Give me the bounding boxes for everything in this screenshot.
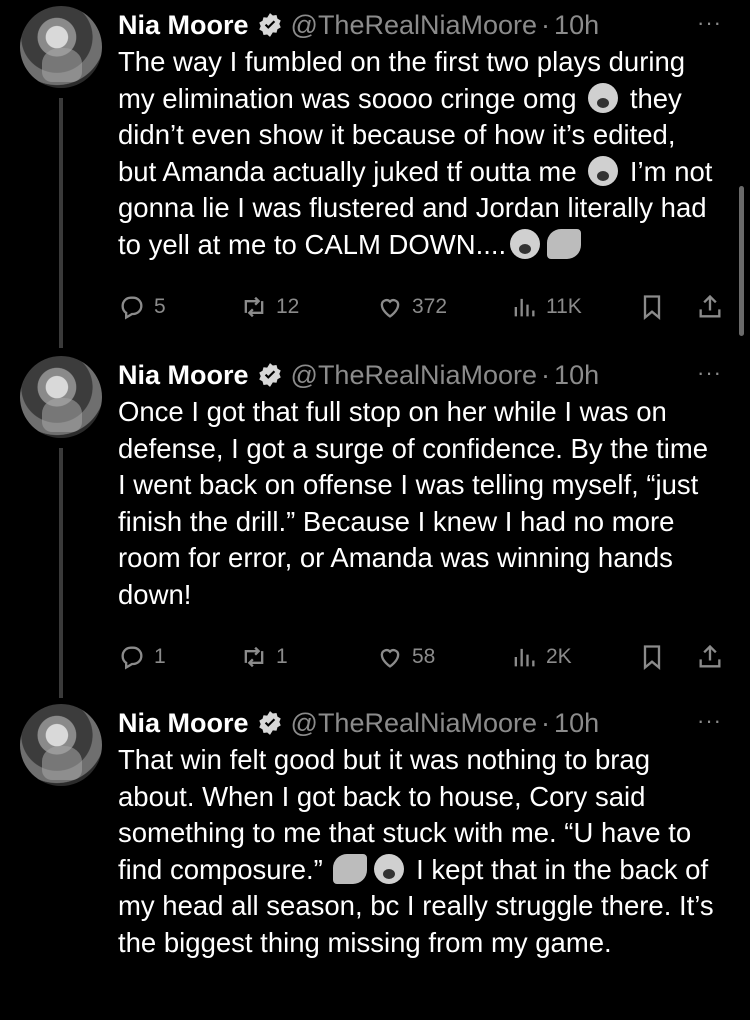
views-icon xyxy=(514,298,535,317)
user-handle[interactable]: @TheRealNiaMoore xyxy=(291,10,538,41)
repost-count: 1 xyxy=(276,645,288,668)
reply-button[interactable]: 5 xyxy=(118,291,166,323)
action-bar: 5 12 372 11K xyxy=(118,291,730,331)
screaming-face-emoji xyxy=(588,82,619,113)
bookmark-button[interactable] xyxy=(638,641,674,673)
views-icon xyxy=(514,648,535,667)
like-count: 372 xyxy=(412,295,448,318)
tweet-text: The way I fumbled on the first two plays… xyxy=(118,44,730,263)
display-name[interactable]: Nia Moore xyxy=(118,10,249,41)
tweet-text: That win felt good but it was nothing to… xyxy=(118,742,730,961)
reply-count: 5 xyxy=(154,295,166,318)
ok-hand-emoji xyxy=(374,853,405,884)
share-icon xyxy=(699,294,721,318)
bookmark-icon xyxy=(643,645,661,670)
scrollbar[interactable] xyxy=(739,186,744,336)
user-handle[interactable]: @TheRealNiaMoore xyxy=(291,708,538,739)
tweet-header: Nia Moore @TheRealNiaMoore · 10h xyxy=(118,704,730,742)
display-name[interactable]: Nia Moore xyxy=(118,360,249,391)
timestamp[interactable]: 10h xyxy=(554,708,599,739)
thread: Nia Moore @TheRealNiaMoore · 10h ··· The… xyxy=(0,0,750,1020)
heart-icon xyxy=(380,299,400,318)
separator: · xyxy=(541,359,551,390)
pointing-hand-emoji xyxy=(333,853,368,884)
display-name[interactable]: Nia Moore xyxy=(118,708,249,739)
bookmark-icon xyxy=(643,295,661,320)
timestamp[interactable]: 10h xyxy=(554,10,599,41)
repost-icon xyxy=(244,646,264,668)
share-button[interactable] xyxy=(696,641,732,673)
reply-button[interactable]: 1 xyxy=(118,641,166,673)
like-count: 58 xyxy=(412,645,436,668)
user-handle[interactable]: @TheRealNiaMoore xyxy=(291,360,538,391)
avatar[interactable] xyxy=(20,356,102,438)
repost-button[interactable]: 1 xyxy=(240,641,288,673)
reply-icon xyxy=(121,646,143,670)
views-count: 2K xyxy=(546,645,572,668)
action-bar: 1 1 58 2K xyxy=(118,641,730,681)
verified-badge-icon xyxy=(258,711,281,735)
reply-icon xyxy=(121,296,143,320)
verified-badge-icon xyxy=(258,13,281,37)
views-count: 11K xyxy=(546,295,582,318)
more-options-icon[interactable]: ··· xyxy=(697,708,722,734)
tweet-text: Once I got that full stop on her while I… xyxy=(118,396,709,610)
separator: · xyxy=(541,9,551,40)
screaming-face-emoji xyxy=(588,155,619,186)
heart-icon xyxy=(380,649,400,668)
repost-button[interactable]: 12 xyxy=(240,291,299,323)
separator: · xyxy=(541,707,551,738)
like-button[interactable]: 372 xyxy=(376,291,447,323)
share-button[interactable] xyxy=(696,291,732,323)
more-options-icon[interactable]: ··· xyxy=(697,10,722,36)
thread-line xyxy=(59,448,63,698)
share-icon xyxy=(699,644,721,668)
more-options-icon[interactable]: ··· xyxy=(697,360,722,386)
dizzy-face-emoji xyxy=(510,228,541,259)
reply-count: 1 xyxy=(154,645,166,668)
tweet-header: Nia Moore @TheRealNiaMoore · 10h xyxy=(118,356,730,394)
avatar[interactable] xyxy=(20,6,102,88)
views-button[interactable]: 2K xyxy=(510,641,572,673)
like-button[interactable]: 58 xyxy=(376,641,435,673)
verified-badge-icon xyxy=(258,363,281,387)
views-button[interactable]: 11K xyxy=(510,291,582,323)
avatar[interactable] xyxy=(20,704,102,786)
timestamp[interactable]: 10h xyxy=(554,360,599,391)
thread-line xyxy=(59,98,63,348)
bookmark-button[interactable] xyxy=(638,291,674,323)
tweet-header: Nia Moore @TheRealNiaMoore · 10h xyxy=(118,6,730,44)
pinched-hand-emoji xyxy=(547,228,582,259)
repost-count: 12 xyxy=(276,295,300,318)
repost-icon xyxy=(244,296,264,318)
